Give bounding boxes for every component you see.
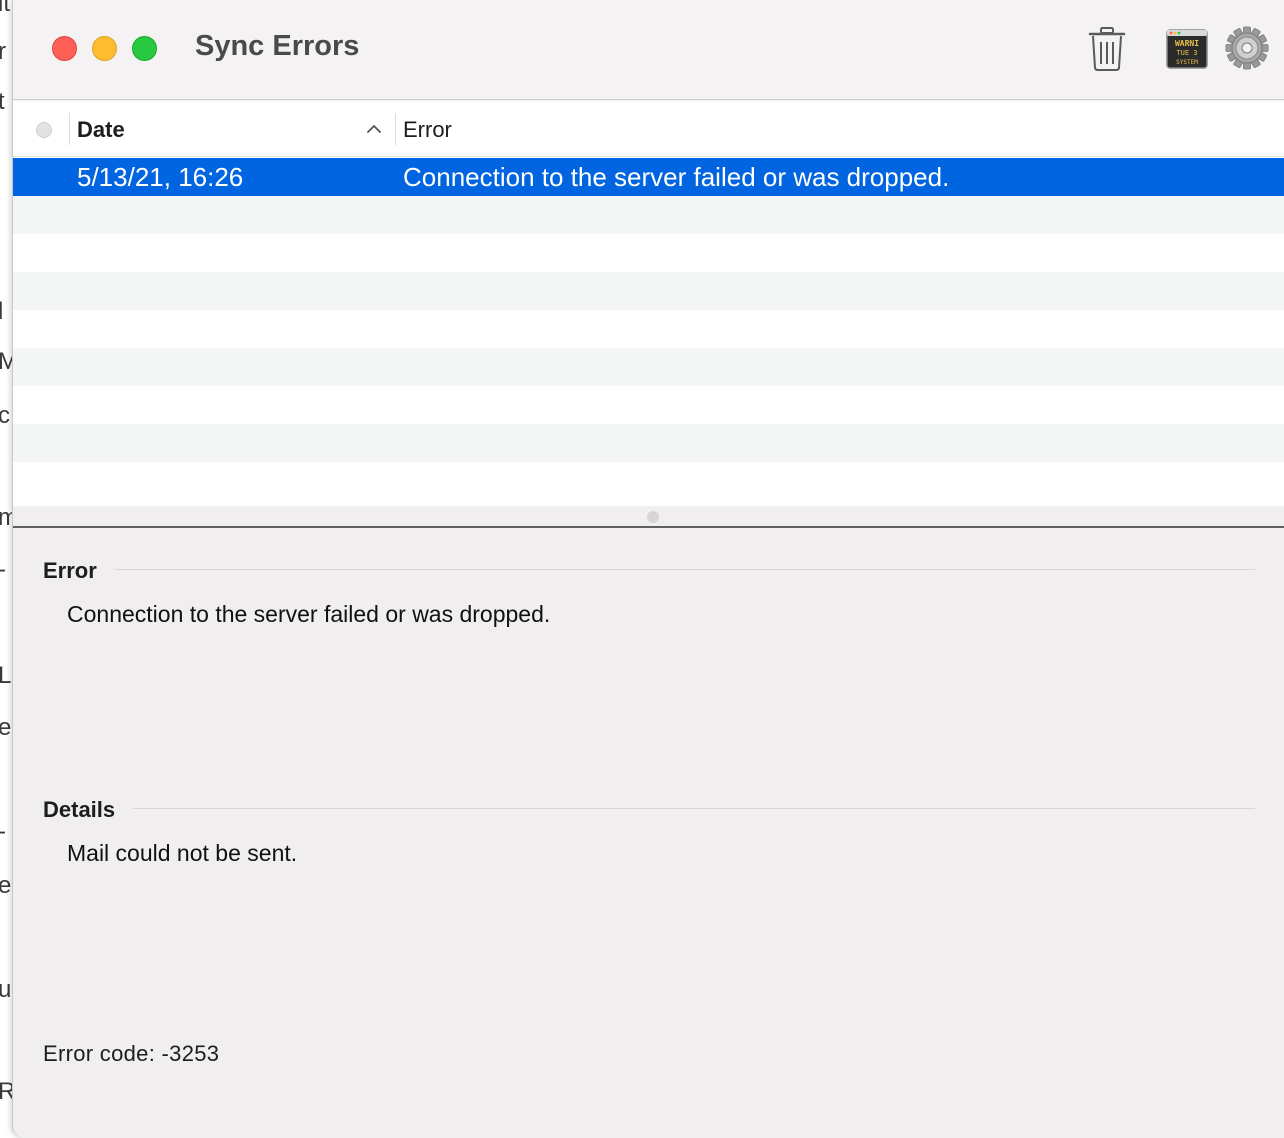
divider-grip[interactable] (647, 511, 659, 523)
row-date: 5/13/21, 16:26 (77, 162, 244, 192)
close-window-button[interactable] (52, 36, 77, 61)
console-icon-line: SYSTEM (1176, 59, 1198, 66)
trash-icon[interactable] (1087, 26, 1127, 72)
column-divider[interactable] (69, 113, 70, 145)
sort-ascending-icon (366, 121, 382, 137)
table-row[interactable]: 5/13/21, 16:26 Connection to the server … (13, 158, 1284, 196)
section-divider (115, 569, 1255, 570)
background-text-fragment: - (0, 556, 6, 584)
error-code-label: Error code: -3253 (43, 1041, 220, 1066)
title-bar: Sync Errors WARNI TUE 3 SYSTEM (13, 0, 1284, 100)
background-text-fragment: c (0, 402, 10, 429)
empty-row (13, 310, 1284, 348)
console-icon-line: WARNI (1175, 39, 1199, 48)
minimize-window-button[interactable] (92, 36, 117, 61)
error-column-header[interactable]: Error (403, 117, 452, 143)
table-header: Date Error (13, 101, 1284, 157)
error-section-heading: Error (43, 558, 97, 583)
background-text-fragment: l (0, 298, 4, 325)
background-text-fragment: e (0, 714, 12, 741)
empty-row (13, 462, 1284, 500)
status-column-header[interactable] (36, 122, 52, 138)
background-text-fragment: L (0, 662, 12, 689)
empty-row (13, 424, 1284, 462)
details-section-heading: Details (43, 797, 116, 822)
zoom-window-button[interactable] (132, 36, 157, 61)
empty-row (13, 234, 1284, 272)
empty-row (13, 272, 1284, 310)
console-icon-line: TUE 3 (1176, 49, 1197, 57)
section-divider (133, 808, 1255, 809)
row-error: Connection to the server failed or was d… (403, 162, 950, 192)
background-text-fragment: t (0, 88, 5, 115)
background-text-fragment: e (0, 872, 12, 899)
window-title: Sync Errors (195, 30, 360, 62)
sync-errors-window: Sync Errors WARNI TUE 3 SYSTEM Date Erro… (12, 0, 1284, 1138)
split-view-divider[interactable] (13, 506, 1284, 528)
empty-row (13, 348, 1284, 386)
console-app-icon[interactable]: WARNI TUE 3 SYSTEM (1166, 28, 1208, 70)
empty-row (13, 196, 1284, 234)
empty-row (13, 386, 1284, 424)
background-text-fragment: it (0, 0, 10, 17)
date-column-header[interactable]: Date (77, 117, 125, 143)
background-text-fragment: r (0, 38, 6, 65)
gear-icon[interactable] (1225, 26, 1269, 70)
table-rows: 5/13/21, 16:26 Connection to the server … (13, 158, 1284, 500)
column-divider[interactable] (395, 113, 396, 145)
background-text-fragment: u (0, 976, 12, 1003)
details-description: Mail could not be sent. (67, 840, 298, 866)
background-text-fragment: - (0, 818, 6, 846)
sync-errors-table: Date Error 5/13/21, 16:26 Connection to … (13, 101, 1284, 506)
error-description: Connection to the server failed or was d… (67, 601, 551, 627)
